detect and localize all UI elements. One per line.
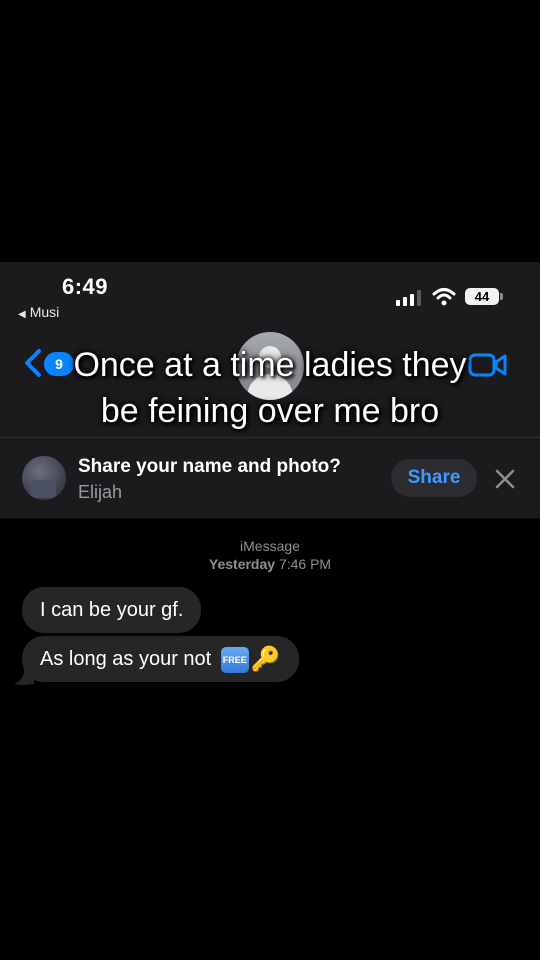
caption-line-1: Once at a time ladies they <box>73 346 467 384</box>
conversation-header: 6:49 ◀ Musi 44 9 Once at a time ladies t… <box>0 262 540 518</box>
back-to-app-link[interactable]: ◀ Musi <box>18 304 59 320</box>
message-timestamp: Yesterday 7:46 PM <box>0 556 540 572</box>
caption-line-2: be feining over me bro <box>100 392 440 430</box>
timestamp-time: 7:46 PM <box>278 556 332 572</box>
message-text: I can be your gf. <box>40 599 184 621</box>
key-emoji-icon: 🔑 <box>250 645 281 673</box>
back-triangle-icon: ◀ <box>18 309 26 320</box>
share-name-photo-prompt: Share your name and photo? <box>78 456 341 477</box>
cellular-signal-icon <box>396 290 421 306</box>
bubble-tail <box>14 670 34 685</box>
header-divider <box>0 437 540 438</box>
close-icon[interactable] <box>494 468 516 490</box>
incoming-message-bubble[interactable]: As long as your not FREE 🔑 <box>22 636 299 682</box>
share-profile-avatar <box>22 456 66 500</box>
timestamp-day: Yesterday <box>208 556 276 572</box>
video-caption-overlay: Once at a time ladies they be feining ov… <box>0 342 540 434</box>
status-time: 6:49 <box>62 274 109 299</box>
incoming-message-bubble[interactable]: I can be your gf. <box>22 587 202 633</box>
back-app-label: Musi <box>29 304 60 320</box>
service-label: iMessage <box>240 538 300 554</box>
wifi-icon <box>432 288 456 306</box>
messages-screen: 6:49 ◀ Musi 44 9 Once at a time ladies t… <box>0 262 540 960</box>
share-profile-name: Elijah <box>78 482 123 502</box>
share-button[interactable]: Share <box>391 459 477 497</box>
free-button-emoji-icon: FREE <box>220 646 249 673</box>
message-text: As long as your not <box>40 648 212 670</box>
battery-indicator: 44 <box>465 288 499 305</box>
banner-divider <box>0 518 540 519</box>
battery-cap <box>500 293 503 300</box>
screenshot-page: 6:49 ◀ Musi 44 9 Once at a time ladies t… <box>0 0 540 960</box>
